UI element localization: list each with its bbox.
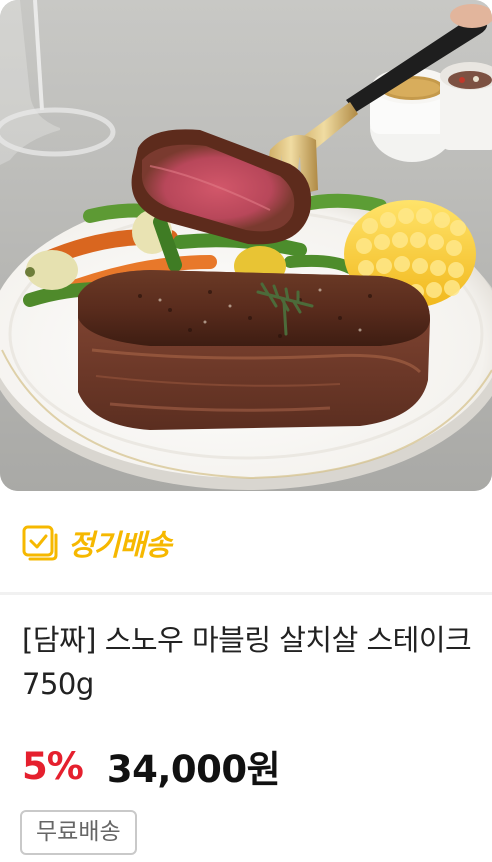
price-row: 5% 34,000원	[22, 736, 281, 796]
sale-price: 34,000원	[106, 748, 281, 791]
subscription-tag: 정기배송	[22, 521, 172, 565]
product-title[interactable]: [담짜] 스노우 마블링 살치살 스테이크 750g	[22, 618, 478, 706]
divider	[0, 592, 492, 595]
product-card[interactable]: 정기배송 [담짜] 스노우 마블링 살치살 스테이크 750g 5% 34,00…	[0, 0, 492, 862]
free-shipping-badge: 무료배송	[20, 810, 137, 855]
discount-rate: 5%	[22, 744, 84, 788]
subscription-label: 정기배송	[68, 528, 172, 562]
steak-photo	[0, 0, 492, 491]
product-image[interactable]	[0, 0, 492, 491]
calendar-check-icon	[22, 525, 58, 561]
